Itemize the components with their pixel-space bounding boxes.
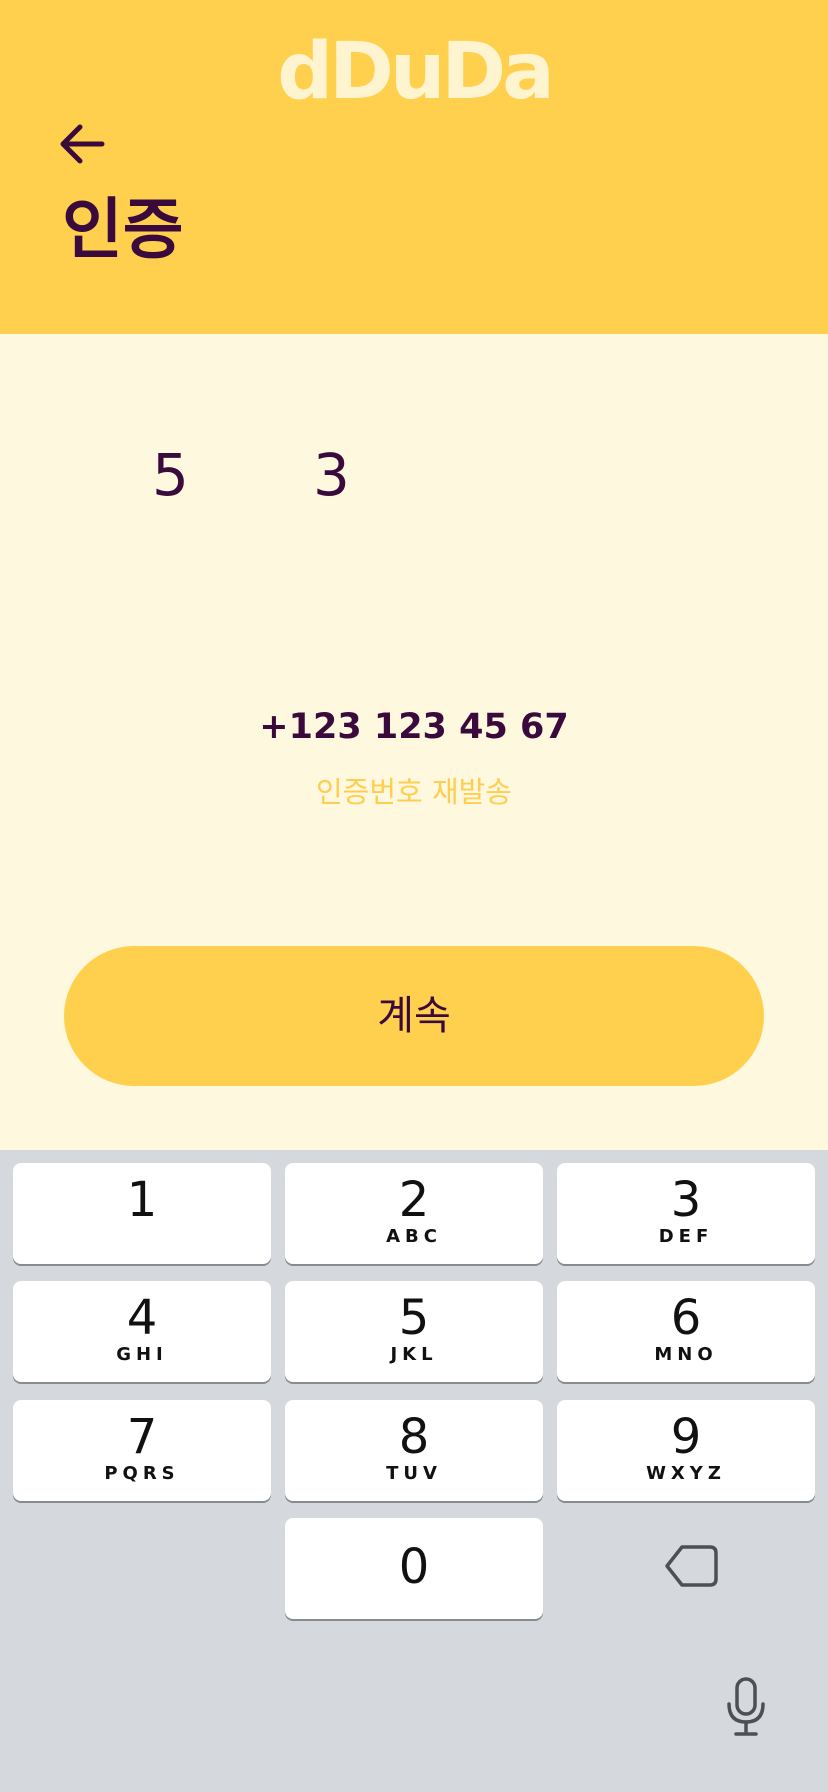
backspace-key[interactable] (662, 1540, 722, 1592)
key-7[interactable]: 7 PQRS (13, 1400, 271, 1501)
key-letters: WXYZ (646, 1463, 726, 1484)
key-number: 3 (670, 1172, 702, 1228)
code-digit-2[interactable]: 3 (313, 440, 350, 510)
key-1[interactable]: 1 (13, 1163, 271, 1264)
key-letters: MNO (654, 1344, 718, 1365)
key-3[interactable]: 3 DEF (557, 1163, 815, 1264)
key-number: 1 (126, 1172, 158, 1228)
back-button[interactable] (56, 118, 108, 170)
key-number: 5 (398, 1290, 430, 1346)
key-letters: TUV (386, 1463, 442, 1484)
key-2[interactable]: 2 ABC (285, 1163, 543, 1264)
key-4[interactable]: 4 GHI (13, 1281, 271, 1382)
code-digit-1[interactable]: 5 (152, 440, 189, 510)
key-number: 2 (398, 1172, 430, 1228)
key-5[interactable]: 5 JKL (285, 1281, 543, 1382)
arrow-left-icon (60, 124, 105, 164)
key-letters: ABC (386, 1226, 442, 1247)
phone-number: +123 123 45 67 (259, 707, 569, 747)
microphone-key[interactable] (722, 1676, 770, 1738)
key-letters: JKL (390, 1344, 438, 1365)
backspace-icon (665, 1545, 718, 1587)
key-0[interactable]: 0 (285, 1518, 543, 1619)
key-8[interactable]: 8 TUV (285, 1400, 543, 1501)
app-logo: dDuDa (277, 27, 555, 117)
key-number: 6 (670, 1290, 702, 1346)
page-title: 인증 (62, 191, 184, 268)
key-letters: GHI (116, 1344, 168, 1365)
resend-code-link[interactable]: 인증번호 재발송 (0, 772, 828, 812)
key-6[interactable]: 6 MNO (557, 1281, 815, 1382)
key-number: 4 (126, 1290, 158, 1346)
microphone-icon (727, 1677, 765, 1736)
key-number: 8 (398, 1409, 430, 1465)
key-number: 7 (126, 1409, 158, 1465)
key-9[interactable]: 9 WXYZ (557, 1400, 815, 1501)
continue-button[interactable]: 계속 (64, 946, 764, 1086)
key-number: 0 (398, 1539, 430, 1595)
key-number: 9 (670, 1409, 702, 1465)
key-letters: PQRS (104, 1463, 180, 1484)
key-letters: DEF (658, 1226, 714, 1247)
